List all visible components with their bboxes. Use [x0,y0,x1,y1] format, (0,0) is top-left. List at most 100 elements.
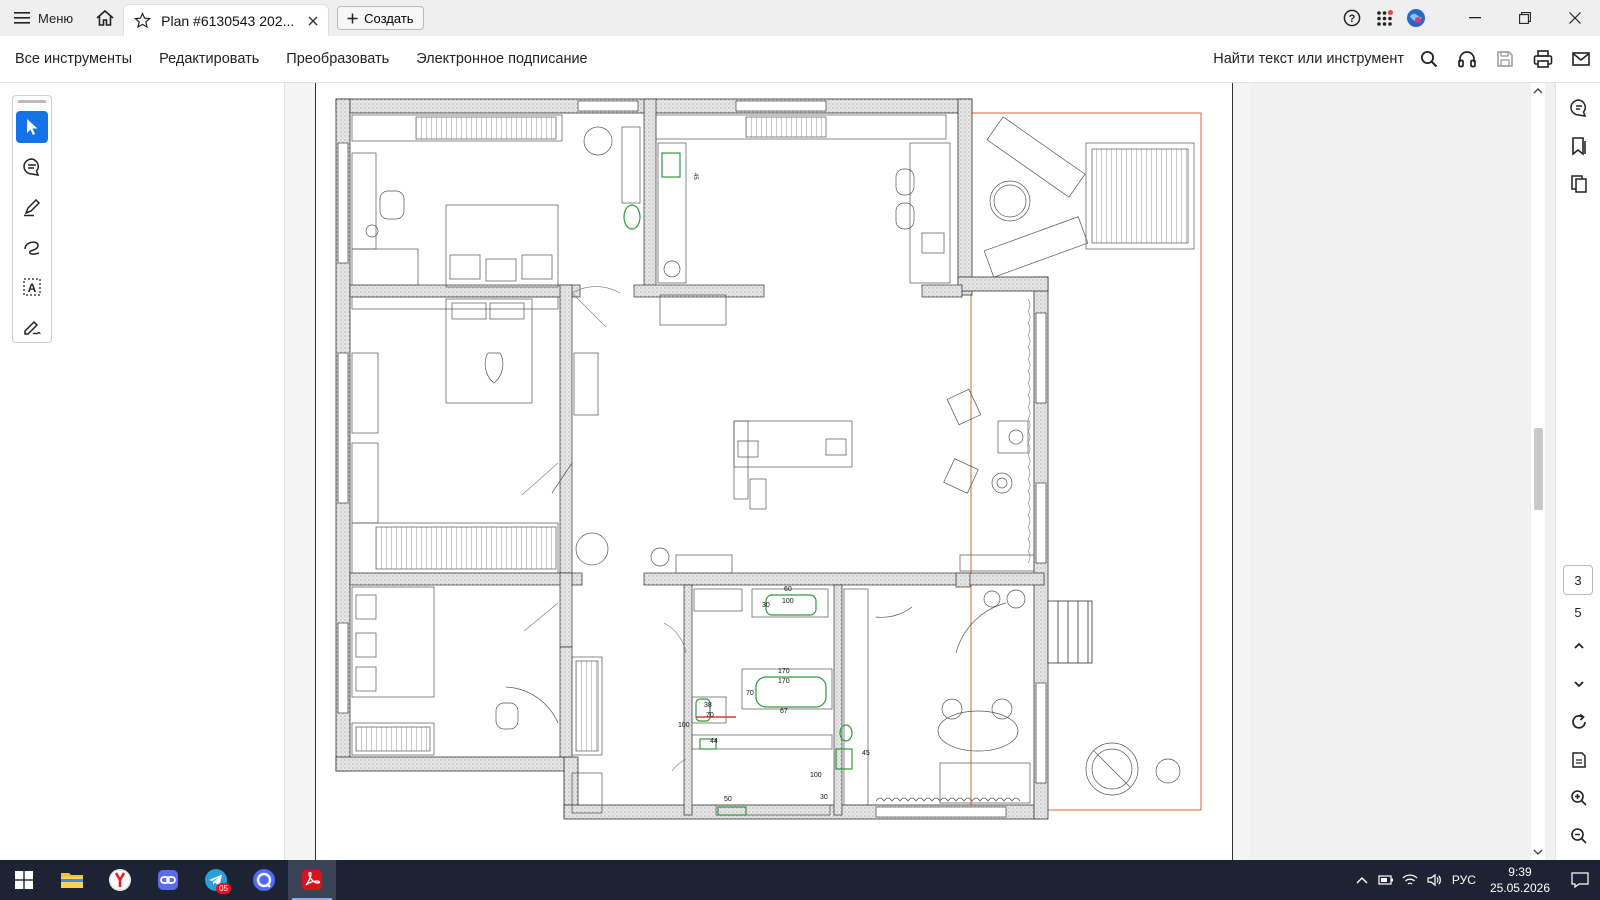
zoom-in-button[interactable] [1556,779,1600,817]
living-wall-scallop [1027,298,1031,564]
current-page-field[interactable]: 3 [1563,565,1593,595]
search-icon [1421,51,1438,68]
chevron-up-icon [1356,877,1368,884]
apps-button[interactable] [1368,0,1400,36]
edit-menu[interactable]: Редактировать [147,51,271,67]
rotate-button[interactable] [1556,703,1600,741]
file-explorer-icon [61,873,83,888]
quick-tools-panel: A [12,95,52,343]
draw-freeform-icon [24,241,40,255]
scrollbar-thumb[interactable] [1534,428,1543,510]
taskbar-telegram[interactable]: 05 [192,860,240,900]
document-view[interactable]: 45 170 170 70 67 100 60 30 38 70 100 44 … [285,83,1250,860]
add-comment-icon [23,158,40,176]
search-button[interactable] [1410,39,1448,79]
read-aloud-button[interactable] [1448,39,1486,79]
help-button[interactable]: ? [1336,0,1368,36]
taskbar-app-link[interactable] [144,860,192,900]
taskbar: 05 РУС 9:39 25.05.2026 [0,860,1600,900]
notifications-button[interactable] [1560,860,1600,900]
save-button[interactable] [1486,39,1524,79]
bookmark-icon [1571,137,1586,156]
dim-label: 38 [704,702,712,709]
zoom-out-button[interactable] [1556,817,1600,855]
find-tool-label[interactable]: Найти текст или инструмент [1213,51,1404,67]
vertical-scrollbar[interactable] [1531,83,1545,860]
battery-status[interactable] [1374,860,1398,900]
text-tool[interactable]: A [16,271,48,303]
start-button[interactable] [0,860,48,900]
bedroom-4 [875,589,1031,804]
print-button[interactable] [1524,39,1562,79]
speaker-icon [1427,873,1441,887]
comment-tool[interactable] [16,151,48,183]
mail-icon [1572,52,1590,66]
plan-green-sink [661,152,681,178]
highlight-tool[interactable] [16,191,48,223]
dim-label: 100 [782,598,794,605]
document-tab[interactable]: Plan #6130543 202... [123,4,330,36]
esign-menu[interactable]: Электронное подписание [404,51,599,67]
close-icon [1569,12,1581,24]
dim-label: 30 [820,794,828,801]
draw-tool[interactable] [16,231,48,263]
network-status[interactable] [1398,860,1422,900]
zoom-out-icon [1570,828,1587,844]
home-button[interactable] [87,0,123,36]
convert-menu[interactable]: Преобразовать [274,51,401,67]
dim-label: 44 [710,738,718,745]
all-tools-menu[interactable]: Все инструменты [3,51,144,67]
volume-control[interactable] [1422,860,1446,900]
comments-panel-button[interactable] [1556,89,1600,127]
sign-tool[interactable] [16,311,48,343]
notification-badge: 05 [216,883,231,894]
menu-label: Меню [38,10,74,26]
dim-label: 50 [724,796,732,803]
pdf-page[interactable]: 45 170 170 70 67 100 60 30 38 70 100 44 … [315,83,1233,860]
plus-icon [347,13,358,23]
taskbar-messenger[interactable] [240,860,288,900]
create-button[interactable]: Создать [337,6,424,30]
chevron-down-icon [1573,681,1584,688]
plan-green-fixture [623,204,641,230]
workspace: A 45 170 170 70 67 100 60 30 38 70 100 4… [0,83,1600,860]
dim-label: 45 [692,173,698,180]
chevron-up-icon [1573,642,1584,649]
select-tool[interactable] [16,111,48,143]
taskbar-file-explorer[interactable] [48,860,96,900]
apps-grid-icon [1376,9,1393,26]
restore-button[interactable] [1500,0,1550,36]
drag-handle[interactable] [18,100,46,103]
pages-panel-button[interactable] [1556,165,1600,203]
close-tab-icon[interactable] [308,16,318,26]
previous-page-button[interactable] [1556,627,1600,665]
save-disk-icon [1497,51,1513,67]
dim-label: 70 [746,690,754,697]
svg-text:?: ? [1349,13,1356,25]
account-button[interactable] [1400,0,1432,36]
right-rail: 3 5 [1555,83,1600,860]
next-page-button[interactable] [1556,665,1600,703]
star-icon[interactable] [134,12,152,29]
clock[interactable]: 9:39 25.05.2026 [1490,864,1550,896]
input-language[interactable]: РУС [1452,873,1476,887]
taskbar-acrobat[interactable] [288,860,336,900]
help-icon: ? [1343,9,1361,27]
restore-icon [1519,12,1531,24]
dim-label: 45 [862,750,870,757]
notification-center-icon [1571,872,1589,888]
zoom-in-icon [1570,790,1587,806]
page-fit-button[interactable] [1556,741,1600,779]
share-email-button[interactable] [1562,39,1600,79]
taskbar-yandex-browser[interactable] [96,860,144,900]
scroll-up-icon[interactable] [1531,85,1545,97]
menu-button[interactable]: Меню [0,0,87,36]
tray-expand-button[interactable] [1350,860,1374,900]
minimize-button[interactable] [1450,0,1500,36]
scroll-down-icon[interactable] [1531,846,1545,858]
close-window-button[interactable] [1550,0,1600,36]
app-link-icon [158,870,178,890]
svg-text:A: A [28,281,37,295]
bookmarks-panel-button[interactable] [1556,127,1600,165]
create-label: Создать [364,10,414,26]
